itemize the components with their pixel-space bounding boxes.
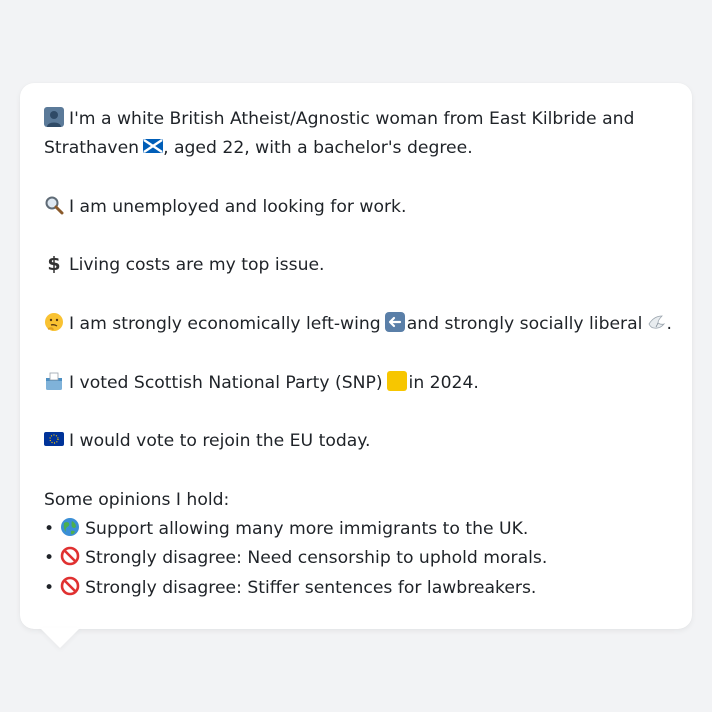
location-text: Strathaven	[44, 138, 140, 159]
prohibited-icon	[60, 576, 80, 596]
bullet: •	[44, 577, 55, 598]
intro-text-1: I'm a white British Atheist/Agnostic wom…	[69, 109, 635, 129]
politics-text-economic: I am strongly economically left-wing	[69, 314, 381, 335]
dollar-sign-icon: $	[47, 253, 60, 273]
opinion-item-3: • Strongly disagree: Stiffer sentences f…	[44, 574, 668, 603]
prohibited-icon	[60, 547, 80, 566]
politics-line: I am strongly economically left-wing and…	[44, 310, 672, 339]
dove-icon	[648, 315, 666, 329]
employment-text: I am unemployed and looking for work.	[69, 196, 407, 217]
bullet: •	[44, 548, 55, 569]
employment-line: I am unemployed and looking for work.	[44, 193, 668, 222]
eu-text: I would vote to rejoin the EU today.	[69, 431, 371, 452]
magnifying-glass-icon	[45, 196, 64, 215]
ballot-box-icon	[46, 372, 62, 390]
politics-period: .	[666, 314, 672, 335]
bubble-tail	[40, 628, 80, 648]
intro-line-2: Strathaven , aged 22, with a bachelor's …	[44, 134, 668, 163]
vote-text: I voted Scottish National Party (SNP)	[69, 372, 383, 393]
person-silhouette-icon	[44, 107, 64, 127]
yellow-square-icon	[386, 370, 407, 391]
opinion-text: Support allowing many more immigrants to…	[85, 519, 529, 540]
opinion-text: Strongly disagree: Need censorship to up…	[85, 548, 548, 569]
politics-text-social: and strongly socially liberal	[406, 314, 643, 335]
intro-line-1: I'm a white British Atheist/Agnostic wom…	[44, 105, 668, 134]
top-issue-line: $ Living costs are my top issue.	[44, 251, 668, 280]
thinking-face-icon	[45, 313, 63, 332]
vote-line: I voted Scottish National Party (SNP) in…	[44, 369, 668, 398]
opinion-item-2: • Strongly disagree: Need censorship to …	[44, 544, 668, 573]
top-issue-text: Living costs are my top issue.	[69, 255, 325, 276]
opinion-text: Strongly disagree: Stiffer sentences for…	[85, 577, 537, 598]
globe-icon	[61, 518, 80, 537]
scotland-flag-icon	[143, 139, 164, 154]
opinions-heading: Some opinions I hold:	[44, 489, 230, 510]
eu-line: I would vote to rejoin the EU today.	[44, 427, 668, 456]
bullet: •	[44, 519, 55, 540]
age-education-text: , aged 22, with a bachelor's degree.	[163, 138, 473, 159]
chat-message-bubble: I'm a white British Atheist/Agnostic wom…	[20, 83, 692, 629]
vote-year-text: in 2024.	[408, 372, 479, 393]
opinion-item-1: • Support allowing many more immigrants …	[44, 515, 668, 544]
left-arrow-icon	[384, 312, 405, 333]
svg-text:$: $	[47, 253, 60, 273]
eu-flag-icon	[44, 432, 64, 447]
